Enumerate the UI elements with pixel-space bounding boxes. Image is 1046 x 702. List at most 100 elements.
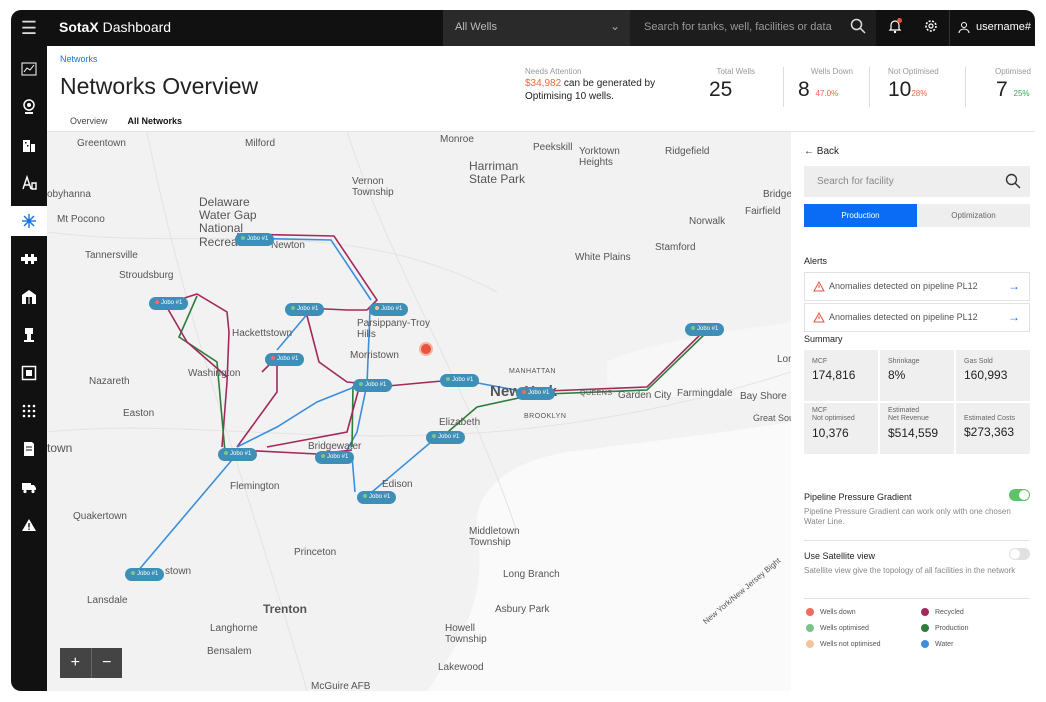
map-label: Greentown xyxy=(77,138,126,149)
network-node[interactable]: Jobo #1 xyxy=(125,568,165,581)
summary-label-2: Net Revenue xyxy=(888,415,929,423)
tab-all-networks[interactable]: All Networks xyxy=(117,114,193,134)
arrow-right-icon[interactable]: → xyxy=(1008,279,1020,293)
map-label: stown xyxy=(165,566,192,577)
breadcrumb[interactable]: Networks xyxy=(60,54,98,64)
status-dot xyxy=(321,454,325,458)
network-node[interactable]: Jobo #1 xyxy=(516,387,556,400)
sidebar-item-alerts[interactable] xyxy=(11,510,47,540)
stat-wells-down: Wells Down 8 47.0% xyxy=(783,67,853,107)
node-label: Jobo #1 xyxy=(297,306,319,312)
tab-bar: Overview All Networks xyxy=(60,114,193,134)
gear-icon[interactable] xyxy=(923,18,939,39)
status-dot xyxy=(155,300,159,304)
wells-select[interactable]: All Wells ⌄ xyxy=(443,10,630,46)
map-label: Morristown xyxy=(350,350,399,361)
tab-overview[interactable]: Overview xyxy=(60,114,118,134)
network-node[interactable]: Jobo #1 xyxy=(285,303,325,316)
network-node[interactable]: Jobo #1 xyxy=(685,323,725,336)
legend-item: Recycled xyxy=(921,608,964,616)
summary-value: $273,363 xyxy=(964,425,1015,440)
map-label: Bay Shore xyxy=(740,391,787,402)
legend-label: Wells optimised xyxy=(820,624,869,632)
summary-label: Shrinkage xyxy=(888,358,920,365)
alerts-title: Alerts xyxy=(804,256,828,266)
user-menu[interactable]: username# xyxy=(949,10,1035,46)
node-label: Jobo #1 xyxy=(161,300,183,306)
search-icon[interactable] xyxy=(1005,173,1021,192)
arrow-right-icon[interactable]: → xyxy=(1008,310,1020,324)
stat-value: 25 xyxy=(709,78,733,101)
tab-production[interactable]: Production xyxy=(804,204,917,227)
summary-mcf: MCF 174,816 xyxy=(804,350,878,401)
sidebar-item-pipelines[interactable] xyxy=(11,244,47,274)
location-pin-icon xyxy=(23,99,35,114)
sidebar-item-facilities[interactable] xyxy=(11,130,47,160)
network-icon xyxy=(22,214,36,228)
map-label: McGuire AFB xyxy=(311,681,371,691)
network-map[interactable]: Greentown Milford Monroe Peekskill Yorkt… xyxy=(47,132,791,691)
sidebar-item-networks[interactable] xyxy=(11,206,47,236)
summary-value: 10,376 xyxy=(812,425,849,440)
alert-row[interactable]: Anomalies detected on pipeline PL12 → xyxy=(804,303,1030,332)
network-node[interactable]: Jobo #1 xyxy=(315,451,355,464)
network-node[interactable]: Jobo #1 xyxy=(265,353,305,366)
zoom-out-button[interactable]: − xyxy=(92,648,123,678)
needs-attention-text-2: Optimising 10 wells. xyxy=(525,90,614,102)
tab-optimization[interactable]: Optimization xyxy=(917,204,1030,227)
sidebar-item-pumps[interactable] xyxy=(11,320,47,350)
network-node[interactable]: Jobo #1 xyxy=(353,379,393,392)
pressure-gradient-toggle[interactable] xyxy=(1009,489,1030,501)
map-label: Long xyxy=(777,354,791,365)
sidebar-item-transport[interactable] xyxy=(11,472,47,502)
network-node[interactable]: Jobo #1 xyxy=(426,431,466,444)
sidebar-item-apps[interactable] xyxy=(11,396,47,426)
pressure-gradient-title: Pipeline Pressure Gradient xyxy=(804,492,912,502)
needs-attention: Needs Attention $34,982 can be generated… xyxy=(525,67,685,103)
network-node[interactable]: Jobo #1 xyxy=(235,233,275,246)
network-node[interactable]: Jobo #1 xyxy=(218,448,258,461)
legend-item: Production xyxy=(921,624,968,632)
map-label: BROOKLYN xyxy=(524,413,567,420)
chevron-down-icon: ⌄ xyxy=(609,19,620,33)
alert-pin-icon[interactable] xyxy=(419,342,433,356)
node-label: Jobo #1 xyxy=(247,236,269,242)
sidebar-item-reports[interactable] xyxy=(11,434,47,464)
sidebar-item-dashboard[interactable] xyxy=(11,54,47,84)
legend-label: Water xyxy=(935,640,954,648)
search-icon[interactable] xyxy=(850,18,866,37)
status-dot xyxy=(241,236,245,240)
satellite-toggle[interactable] xyxy=(1009,548,1030,560)
legend-item: Wells optimised xyxy=(806,624,869,632)
sidebar-item-locations[interactable] xyxy=(11,92,47,122)
stat-value: 10 xyxy=(888,78,912,101)
status-dot xyxy=(131,571,135,575)
notification-bell-icon[interactable] xyxy=(887,17,903,39)
back-link[interactable]: ← Back xyxy=(804,146,839,157)
sidebar-item-warehouse[interactable] xyxy=(11,282,47,312)
alert-text: Anomalies detected on pipeline PL12 xyxy=(829,281,978,291)
legend-label: Wells not optimised xyxy=(820,640,881,648)
summary-value: 8% xyxy=(888,368,906,383)
global-search-input[interactable]: Search for tanks, well, facilities or da… xyxy=(630,10,876,46)
summary-gas-sold: Gas Sold 160,993 xyxy=(956,350,1030,401)
sidebar-item-rigs[interactable] xyxy=(11,168,47,198)
network-node[interactable]: Jobo #1 xyxy=(149,297,189,310)
sidebar-item-tanks[interactable] xyxy=(11,358,47,388)
truck-icon xyxy=(22,483,36,494)
hamburger-icon[interactable]: ☰ xyxy=(11,10,47,46)
summary-shrinkage: Shrinkage 8% xyxy=(880,350,954,401)
zoom-in-button[interactable]: + xyxy=(60,648,92,678)
alert-row[interactable]: Anomalies detected on pipeline PL12 → xyxy=(804,272,1030,301)
map-label: Middletown Township xyxy=(469,526,520,548)
map-label: Harriman State Park xyxy=(469,159,526,187)
pump-icon xyxy=(24,328,34,342)
network-node[interactable]: Jobo #1 xyxy=(369,303,409,316)
network-node[interactable]: Jobo #1 xyxy=(357,491,397,504)
map-label: White Plains xyxy=(575,252,631,263)
summary-mcf-not-optimised: MCF Not optimised 10,376 xyxy=(804,403,878,454)
network-node[interactable]: Jobo #1 xyxy=(440,374,480,387)
status-dot xyxy=(224,451,228,455)
stat-total-wells: Total Wells 25 xyxy=(695,67,755,107)
facility-search-input[interactable]: Search for facility xyxy=(804,166,1030,197)
